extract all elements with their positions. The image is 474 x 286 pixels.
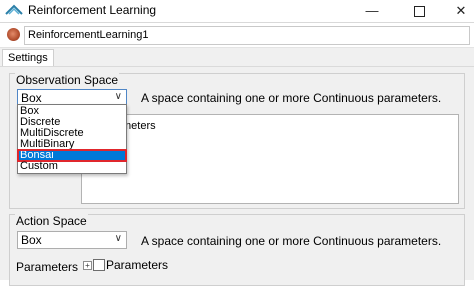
expand-icon[interactable]: +	[83, 261, 92, 270]
tab-settings[interactable]: Settings	[2, 49, 54, 66]
action-space-label: Action Space	[15, 214, 88, 228]
tab-strip: Settings	[0, 48, 474, 67]
action-parameters-label: Parameters	[16, 260, 79, 274]
minimize-icon: —	[365, 3, 379, 18]
action-space-group: Action Space Box ∨ A space containing on…	[9, 214, 465, 286]
chevron-down-icon: ∨	[114, 91, 122, 102]
observation-space-dropdown: Box Discrete MultiDiscrete MultiBinary B…	[17, 104, 127, 174]
observation-space-label: Observation Space	[15, 73, 120, 87]
close-icon: ✕	[455, 3, 467, 18]
action-space-select[interactable]: Box ∨	[17, 231, 127, 249]
close-button[interactable]: ✕	[446, 0, 474, 22]
observation-parameters-box[interactable]: meters	[81, 114, 459, 204]
parameters-checkbox[interactable]	[93, 259, 105, 271]
observation-parameters-text: meters	[122, 120, 156, 132]
dropdown-option[interactable]: Custom	[18, 161, 126, 172]
maximize-button[interactable]	[404, 0, 434, 22]
observation-space-description: A space containing one or more Continuou…	[141, 91, 442, 105]
chevron-down-icon: ∨	[114, 233, 122, 244]
action-space-description: A space containing one or more Continuou…	[141, 234, 442, 248]
tree-root-label: Parameters	[106, 258, 169, 272]
component-header: ReinforcementLearning1	[0, 23, 474, 48]
app-logo-icon	[5, 4, 23, 15]
maximize-icon	[413, 6, 425, 18]
component-name-field[interactable]: ReinforcementLearning1	[24, 26, 470, 45]
component-name: ReinforcementLearning1	[28, 29, 149, 41]
window-title: Reinforcement Learning	[28, 3, 157, 17]
title-bar: Reinforcement Learning — ✕	[0, 0, 474, 23]
rl-block-icon	[7, 28, 20, 41]
observation-space-value: Box	[21, 91, 42, 105]
action-space-value: Box	[21, 233, 42, 247]
minimize-button[interactable]: —	[357, 0, 387, 22]
